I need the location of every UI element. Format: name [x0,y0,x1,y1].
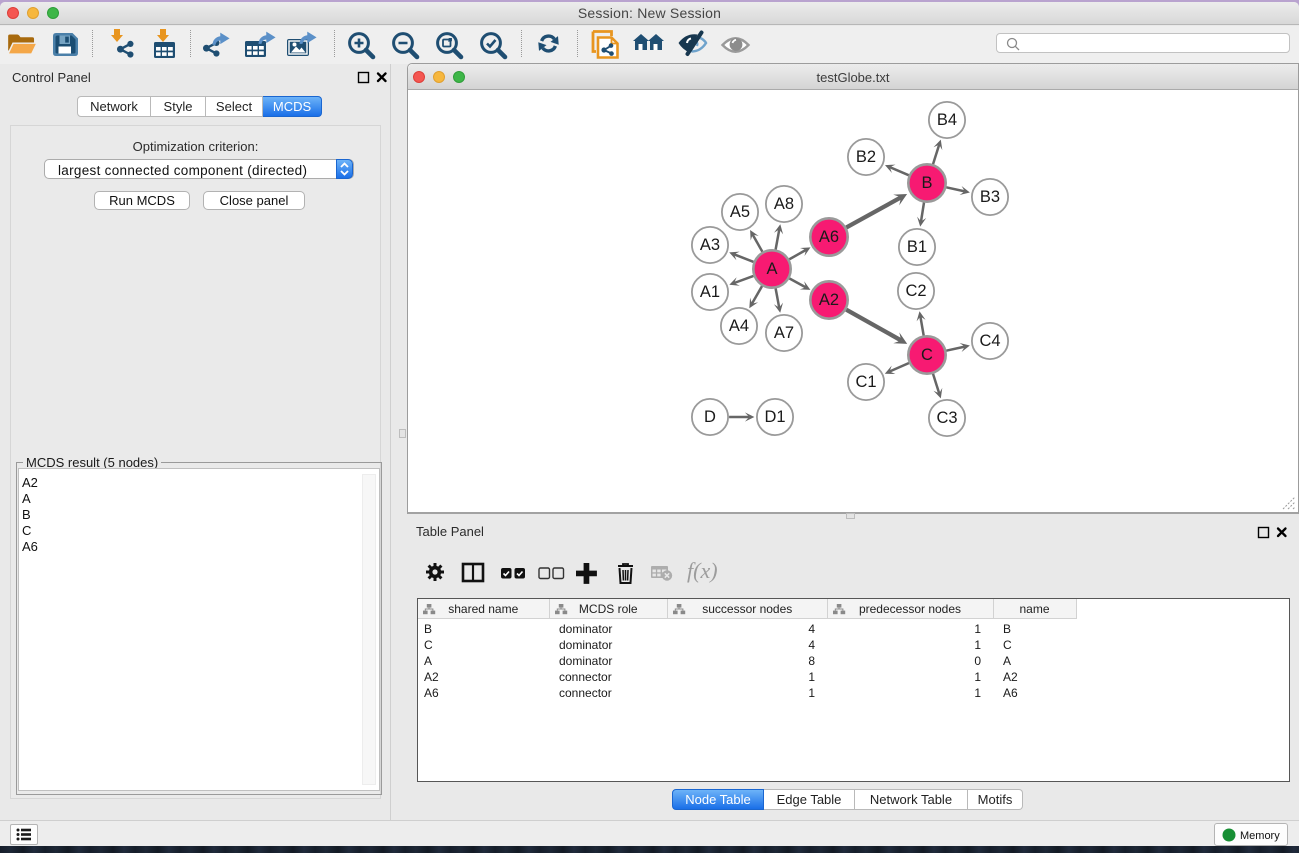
svg-text:D: D [704,408,716,426]
svg-text:f(x): f(x) [687,558,718,583]
svg-text:B: B [921,174,932,192]
svg-text:B3: B3 [980,188,1000,206]
svg-text:Memory: Memory [1240,830,1280,842]
svg-text:A6: A6 [819,228,839,246]
svg-text:C2: C2 [905,282,926,300]
svg-text:C4: C4 [979,332,1000,350]
svg-text:A5: A5 [730,203,750,221]
svg-text:A2: A2 [819,291,839,309]
svg-text:C3: C3 [936,409,957,427]
svg-text:A1: A1 [700,283,720,301]
svg-text:B2: B2 [856,148,876,166]
svg-text:B4: B4 [937,111,957,129]
svg-text:C: C [921,346,933,364]
svg-text:A8: A8 [774,195,794,213]
svg-text:A: A [766,260,777,278]
svg-text:C1: C1 [855,373,876,391]
svg-text:B1: B1 [907,238,927,256]
svg-text:D1: D1 [764,408,785,426]
svg-text:A7: A7 [774,324,794,342]
svg-text:A4: A4 [729,317,749,335]
svg-text:A3: A3 [700,236,720,254]
